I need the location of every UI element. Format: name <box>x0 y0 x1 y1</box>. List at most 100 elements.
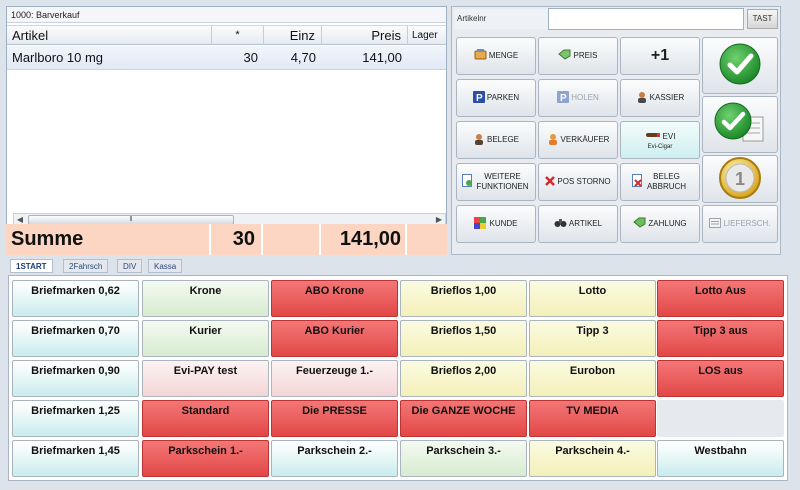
evi-button[interactable]: EVI Evi-Cigar <box>620 121 700 159</box>
weitere-funktionen-button[interactable]: WEITERE FUNKTIONEN <box>456 163 536 201</box>
article-button-briefmarken-1-45[interactable]: Briefmarken 1,45 <box>12 440 139 477</box>
plus-one-button[interactable]: +1 <box>620 37 700 75</box>
article-button-tipp-3-aus[interactable]: Tipp 3 aus <box>657 320 784 357</box>
column-header-lager[interactable]: Lager <box>408 26 446 45</box>
belege-label: BELEGE <box>486 135 519 144</box>
article-button-krone[interactable]: Krone <box>142 280 269 317</box>
article-button-parkschein-1[interactable]: Parkschein 1.- <box>142 440 269 477</box>
svg-text:1: 1 <box>735 169 745 189</box>
article-button-briefmarken-0-62[interactable]: Briefmarken 0,62 <box>12 280 139 317</box>
parking-icon: P <box>557 90 570 106</box>
confirm-print-button[interactable] <box>702 96 778 153</box>
column-header-preis[interactable]: Preis <box>322 26 408 45</box>
preis-label: PREIS <box>573 51 598 60</box>
menge-button[interactable]: MENGE <box>456 37 536 75</box>
green-check-icon <box>718 42 762 89</box>
verkaeufer-label: VERKÄUFER <box>560 135 610 144</box>
document-title: 1000: Barverkauf <box>7 7 446 23</box>
parking-icon: P <box>472 90 485 106</box>
lieferschein-label: LIEFERSCH. <box>723 219 771 228</box>
summe-lager-spacer <box>407 224 447 255</box>
summe-spacer <box>263 224 321 255</box>
binoculars-icon <box>554 217 567 231</box>
article-button-lotto-aus[interactable]: Lotto Aus <box>657 280 784 317</box>
tab-kassa[interactable]: Kassa <box>148 259 183 273</box>
verkaeufer-button[interactable]: VERKÄUFER <box>538 121 618 159</box>
summe-label: Summe <box>6 224 211 255</box>
lieferschein-button[interactable]: LIEFERSCH. <box>702 205 778 243</box>
article-button-grid: Briefmarken 0,62 Krone ABO Krone Brieflos 1… <box>8 275 788 481</box>
preis-button[interactable]: PREIS <box>538 37 618 75</box>
document-cancel-icon <box>631 174 643 190</box>
euro-payment-button[interactable]: 1 <box>702 155 778 203</box>
evi-label: EVI <box>662 131 676 141</box>
article-button-parkschein-2[interactable]: Parkschein 2.- <box>271 440 398 477</box>
money-icon <box>633 217 646 231</box>
parken-button[interactable]: P PARKEN <box>456 79 536 117</box>
delivery-note-icon <box>709 217 722 231</box>
article-button-empty <box>657 400 784 437</box>
kunde-label: KUNDE <box>489 219 518 228</box>
tab-div[interactable]: DIV <box>117 259 143 273</box>
svg-text:P: P <box>476 93 483 103</box>
column-header-artikel[interactable]: Artikel <box>7 26 212 45</box>
close-icon <box>545 175 556 189</box>
document-icon <box>461 174 473 190</box>
article-button-brieflos-1-50[interactable]: Brieflos 1,50 <box>400 320 527 357</box>
tab-2fahrsch[interactable]: 2Fahrsch <box>63 259 109 273</box>
kassier-button[interactable]: KASSIER <box>620 79 700 117</box>
article-button-westbahn[interactable]: Westbahn <box>657 440 784 477</box>
summe-total: 141,00 <box>321 224 407 255</box>
sale-panel: 1000: Barverkauf Artikel * Einz Preis La… <box>6 6 447 255</box>
article-button-standard[interactable]: Standard <box>142 400 269 437</box>
cell-preis: 141,00 <box>362 50 402 65</box>
pos-storno-button[interactable]: POS STORNO <box>538 163 618 201</box>
confirm-button[interactable] <box>702 37 778 94</box>
menge-label: MENGE <box>488 51 519 60</box>
article-button-brieflos-2-00[interactable]: Brieflos 2,00 <box>400 360 527 397</box>
parken-label: PARKEN <box>486 93 520 102</box>
zahlung-label: ZAHLUNG <box>648 219 687 228</box>
article-button-eurobon[interactable]: Eurobon <box>529 360 656 397</box>
weitere-funktionen-label: WEITERE FUNKTIONEN <box>476 172 529 191</box>
article-button-tipp-3[interactable]: Tipp 3 <box>529 320 656 357</box>
kassier-label: KASSIER <box>649 93 685 102</box>
evi-sublabel: Evi-Cigar <box>647 144 673 150</box>
article-button-parkschein-3[interactable]: Parkschein 3.- <box>400 440 527 477</box>
article-button-feuerzeuge-1[interactable]: Feuerzeuge 1.- <box>271 360 398 397</box>
article-button-tv-media[interactable]: TV MEDIA <box>529 400 656 437</box>
beleg-abbruch-button[interactable]: BELEG ABBRUCH <box>620 163 700 201</box>
article-button-die-presse[interactable]: Die PRESSE <box>271 400 398 437</box>
column-header-einz[interactable]: Einz <box>264 26 322 45</box>
summe-bar: Summe 30 141,00 <box>6 224 447 255</box>
column-header-quantity[interactable]: * <box>212 26 264 45</box>
holen-button[interactable]: P HOLEN <box>538 79 618 117</box>
article-button-die-ganze-woche[interactable]: Die GANZE WOCHE <box>400 400 527 437</box>
artikel-label: ARTIKEL <box>568 219 603 228</box>
customer-icon <box>474 216 487 232</box>
zahlung-button[interactable]: ZAHLUNG <box>620 205 700 243</box>
evi-cigar-logo-icon <box>645 129 661 144</box>
salesperson-icon <box>547 133 559 148</box>
article-button-evi-pay-test[interactable]: Evi-PAY test <box>142 360 269 397</box>
belege-button[interactable]: BELEGE <box>456 121 536 159</box>
article-button-briefmarken-0-70[interactable]: Briefmarken 0,70 <box>12 320 139 357</box>
article-button-kurier[interactable]: Kurier <box>142 320 269 357</box>
table-row[interactable]: Marlboro 10 mg 30 4,70 141,00 <box>7 46 446 70</box>
tast-button[interactable]: TAST <box>747 9 778 29</box>
tab-1start[interactable]: 1START <box>10 259 53 273</box>
summe-quantity: 30 <box>211 224 263 255</box>
article-button-parkschein-4[interactable]: Parkschein 4.- <box>529 440 656 477</box>
article-button-briefmarken-0-90[interactable]: Briefmarken 0,90 <box>12 360 139 397</box>
kunde-button[interactable]: KUNDE <box>456 205 536 243</box>
article-button-lotto[interactable]: Lotto <box>529 280 656 317</box>
menge-icon <box>474 49 487 63</box>
artikelnr-input[interactable] <box>548 8 744 30</box>
article-button-abo-kurier[interactable]: ABO Kurier <box>271 320 398 357</box>
artikel-button[interactable]: ARTIKEL <box>538 205 618 243</box>
price-tag-icon <box>558 49 571 63</box>
article-button-brieflos-1-00[interactable]: Brieflos 1,00 <box>400 280 527 317</box>
article-button-briefmarken-1-25[interactable]: Briefmarken 1,25 <box>12 400 139 437</box>
article-button-abo-krone[interactable]: ABO Krone <box>271 280 398 317</box>
article-button-los-aus[interactable]: LOS aus <box>657 360 784 397</box>
